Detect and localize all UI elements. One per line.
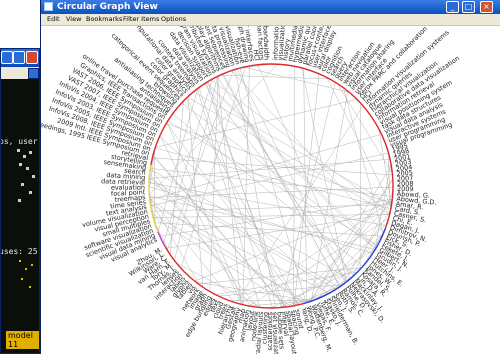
menu-filter-items[interactable]: Filter Items <box>123 14 159 25</box>
graph-canvas[interactable]: informationvisualizationhistorymultimedi… <box>41 26 500 354</box>
graph-edge <box>294 66 295 306</box>
model-label: model 11 <box>6 331 39 349</box>
graph-edge <box>173 114 363 266</box>
menu-options[interactable]: Options <box>161 14 186 25</box>
circular-graph-window: Circular Graph View _ □ × Edit View Book… <box>40 0 500 354</box>
graph-edge <box>236 106 363 303</box>
maximize-icon[interactable] <box>13 51 25 64</box>
background-terminal-window: ps, user: 50 uses: 25 model 11 <box>0 48 40 354</box>
ring-arc-venue-marker <box>158 232 165 247</box>
graph-edge <box>153 215 390 218</box>
background-window-toolbar <box>1 67 40 79</box>
window-titlebar[interactable]: Circular Graph View _ □ × <box>41 0 500 14</box>
window-title: Circular Graph View <box>57 0 158 14</box>
close-button[interactable]: × <box>480 1 493 13</box>
close-icon[interactable] <box>26 51 38 64</box>
node-label[interactable]: IP bandwidth <box>261 26 270 60</box>
graph-edge <box>152 205 392 212</box>
app-icon <box>44 2 53 11</box>
minimize-button[interactable]: _ <box>446 1 459 13</box>
menu-bar: Edit View Bookmarks Filter Items Options <box>41 14 500 26</box>
app-icon <box>28 68 39 79</box>
minimize-icon[interactable] <box>1 51 13 64</box>
menu-bookmarks[interactable]: Bookmarks <box>86 14 122 25</box>
maximize-button[interactable]: □ <box>462 1 475 13</box>
menu-edit[interactable]: Edit <box>47 14 60 25</box>
graph-edge <box>150 134 382 200</box>
console-highlight-dots <box>17 254 39 304</box>
background-window-titlebar[interactable] <box>1 49 40 67</box>
graph-edge <box>154 150 155 223</box>
circular-graph[interactable]: informationvisualizationhistorymultimedi… <box>41 26 500 354</box>
menu-view[interactable]: View <box>66 14 81 25</box>
graph-edges <box>149 64 393 308</box>
graph-edge <box>206 83 376 249</box>
console-dots <box>15 145 39 225</box>
